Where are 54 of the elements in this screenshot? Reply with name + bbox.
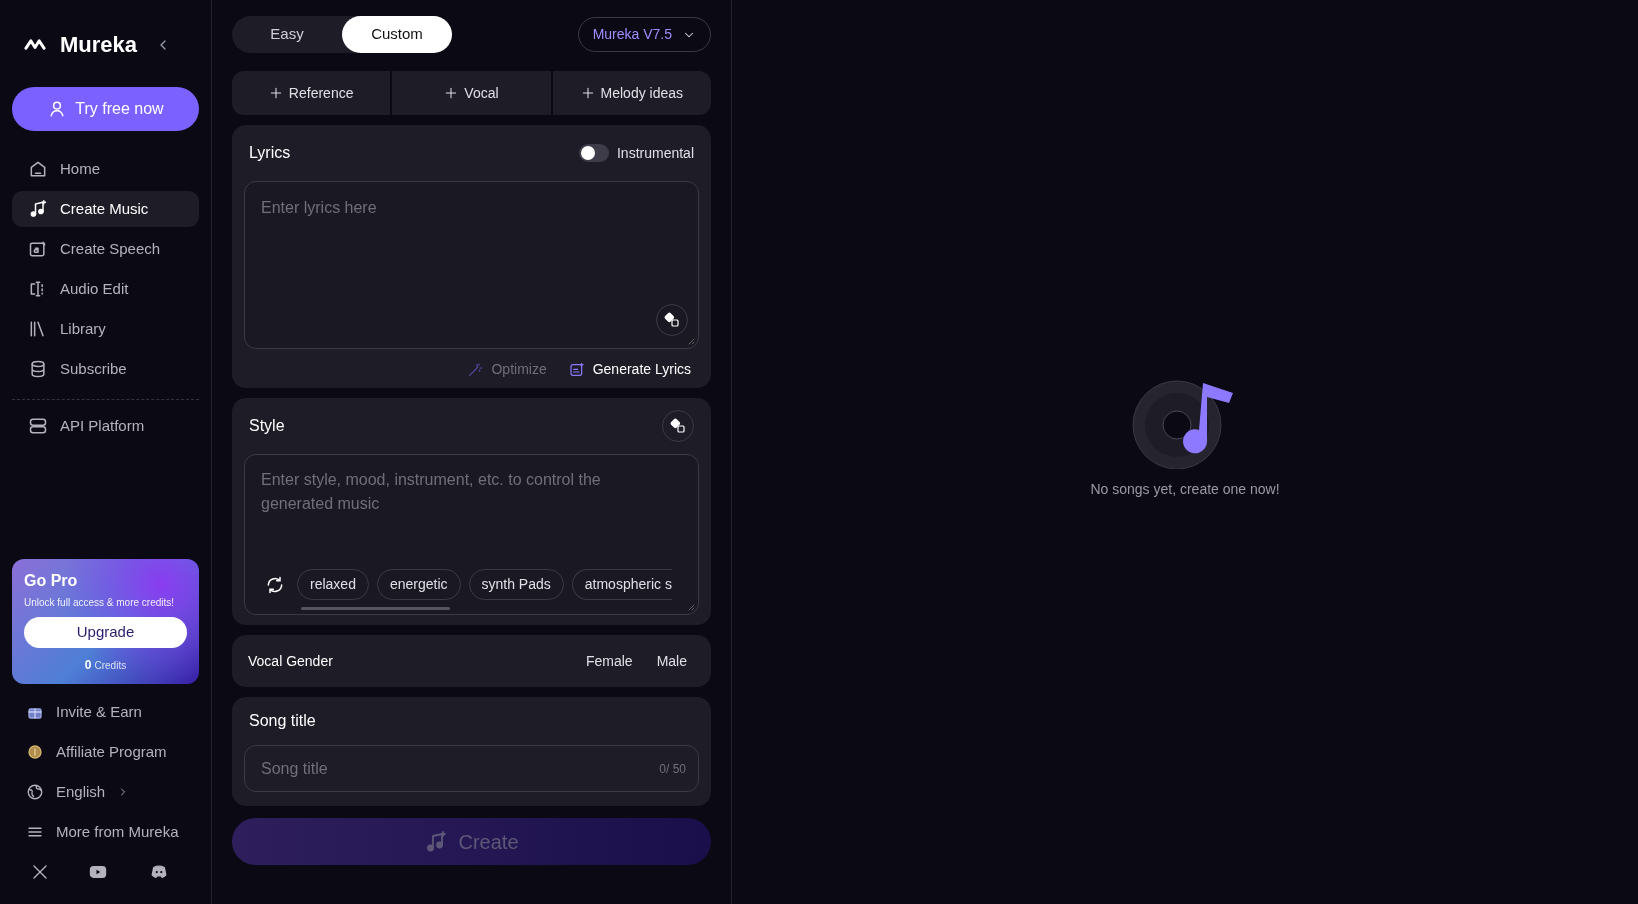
plus-icon [580,86,595,100]
nav-item[interactable]: Create Speech [12,231,199,267]
gender-option[interactable]: Male [648,646,695,676]
section-title: Song title [248,711,317,731]
nav-item[interactable]: API Platform [12,408,199,444]
logo-text: Mureka [60,31,138,59]
database-icon [28,359,48,379]
plus-icon [268,86,283,100]
sidebar-link[interactable]: Invite & Earn [12,692,199,732]
character-counter: 0/ 50 [659,760,686,778]
coin-icon [26,743,44,761]
credits-label: Credits [94,659,127,673]
document-sparkle-icon [568,361,585,378]
gender-option[interactable]: Female [577,646,641,676]
home-icon [28,159,48,179]
add-button[interactable]: Reference [232,71,391,115]
globe-icon [26,783,44,801]
empty-state-message: No songs yet, create one now! [1090,479,1280,499]
nav-item[interactable]: Subscribe [12,351,199,387]
upgrade-button[interactable]: Upgrade [24,617,187,648]
dice-icon [664,312,680,328]
vocal-gender-label: Vocal Gender [248,651,333,671]
credits-count: 0 [84,657,92,674]
server-icon [28,416,48,436]
mode-tab[interactable]: Easy [232,16,342,53]
toggle-label: Instrumental [616,143,694,163]
plus-icon [444,86,459,100]
nav-item[interactable]: Audio Edit [12,271,199,307]
dice-icon [670,418,686,434]
magic-wand-icon [467,361,484,378]
music-note-icon [28,199,48,219]
sidebar-link[interactable]: English [12,772,199,812]
speech-icon [28,239,48,259]
music-note-icon [424,829,449,854]
section-title: Style [249,416,285,436]
placeholder-text: Enter style, mood, instrument, etc. to control the generated music [260,470,602,514]
nav-item[interactable]: Create Music [12,191,199,227]
sidebar-link[interactable]: More from Mureka [12,812,199,852]
promo-subtitle: Unlock full access & more credits! [24,596,176,610]
placeholder-text: Song title [261,758,328,779]
toggle-switch[interactable] [578,144,609,162]
sidebar-link[interactable]: Affiliate Program [12,732,199,772]
nav-item[interactable]: Home [12,151,199,187]
section-title: Lyrics [249,143,291,163]
style-field[interactable]: Enter style, mood, instrument, etc. to control the generated music relaxed energetic synth Pads atmospheric s [244,454,699,615]
nav-item[interactable]: Library [12,311,199,347]
try-free-button[interactable]: Try free now [12,87,199,131]
refresh-icon [265,574,285,595]
placeholder-text: Enter lyrics here [260,198,378,218]
lyrics-action-button[interactable]: Generate Lyrics [568,359,691,380]
mode-tab[interactable]: Custom [342,16,452,53]
add-button[interactable]: Vocal [392,71,551,115]
promo-title: Go Pro [24,571,79,591]
add-button[interactable]: Melody ideas [552,71,711,115]
